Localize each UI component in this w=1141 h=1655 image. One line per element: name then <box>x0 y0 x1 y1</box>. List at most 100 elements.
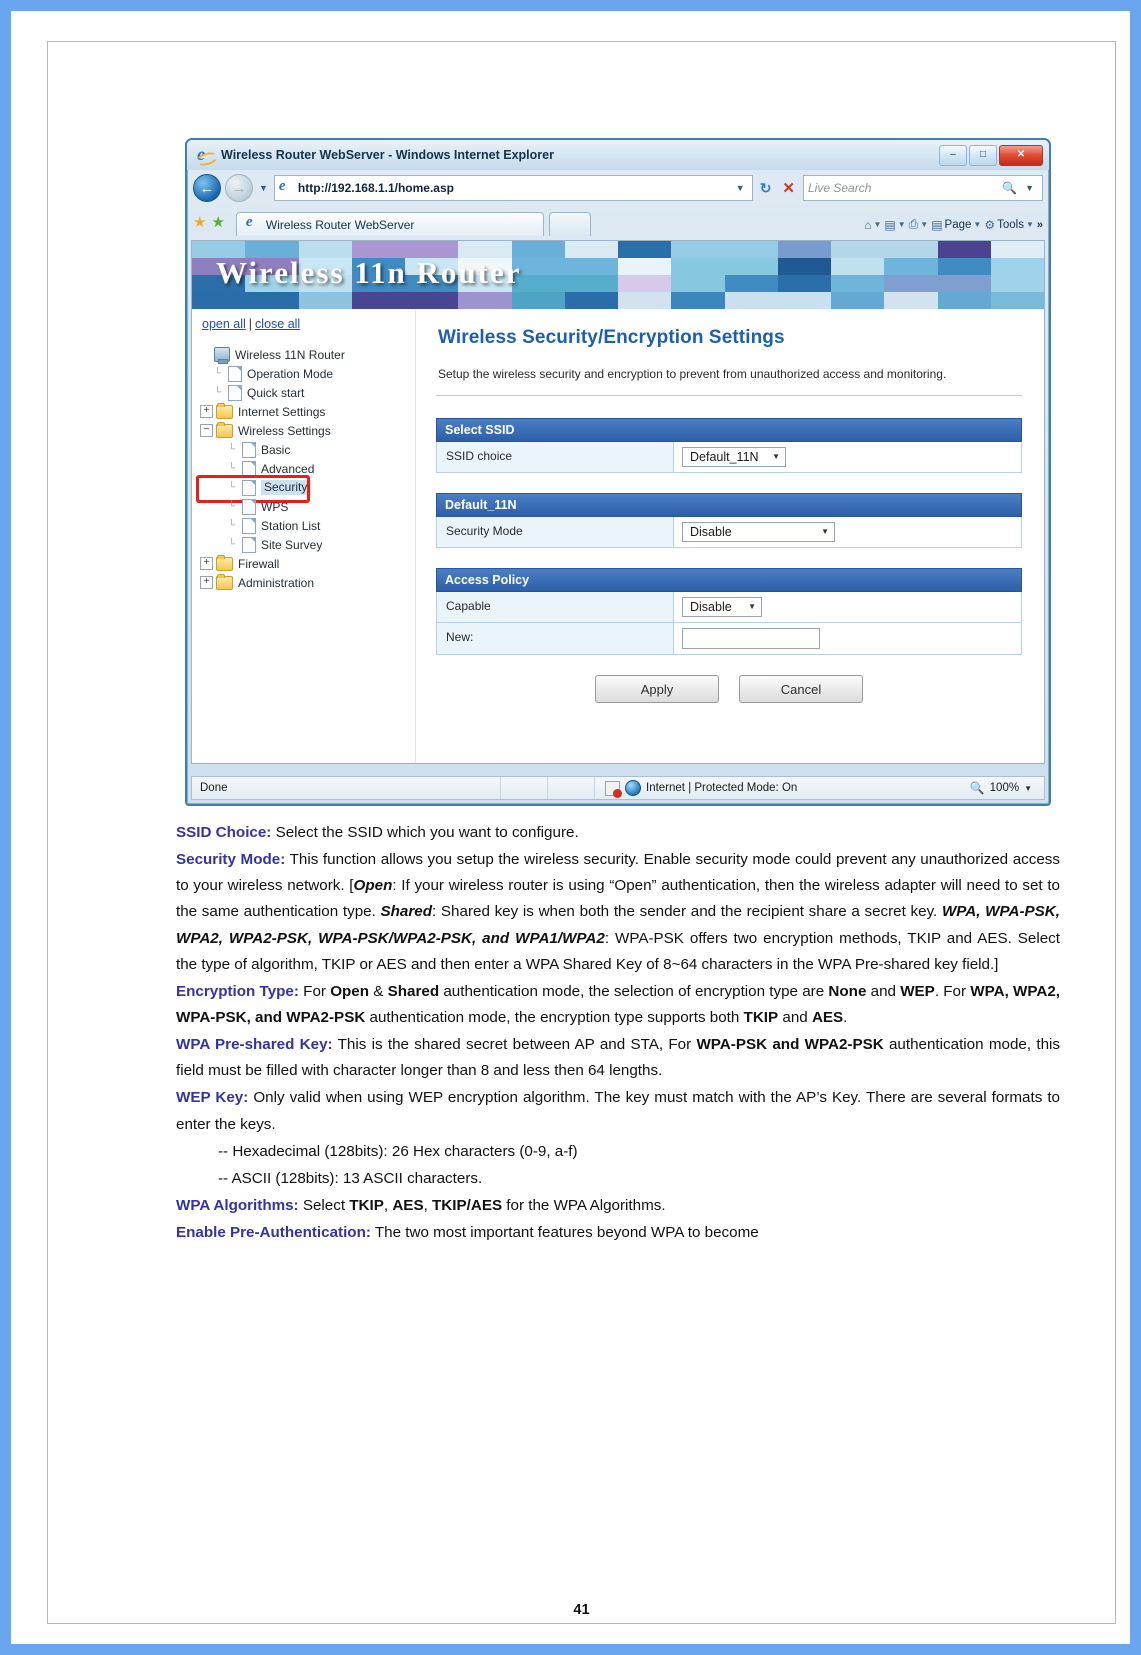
paragraph-run: For <box>298 982 331 1000</box>
manual-bullet: -- Hexadecimal (128bits): 26 Hex charact… <box>218 1142 578 1160</box>
manual-paragraph: WPA Algorithms: Select TKIP, AES, TKIP/A… <box>176 1193 1060 1219</box>
expand-icon[interactable]: + <box>200 405 213 418</box>
chevron-down-icon[interactable]: ▼ <box>772 452 780 461</box>
open-all-link[interactable]: open all <box>202 317 246 331</box>
tree-item-wps[interactable]: └ WPS <box>200 497 415 516</box>
tree-item-wireless-11n-router[interactable]: Wireless 11N Router <box>200 345 415 364</box>
feeds-button[interactable]: ▤ ▼ <box>884 218 905 232</box>
tree-item-label: Operation Mode <box>247 366 334 381</box>
paragraph-heading: Security Mode: <box>176 851 286 869</box>
browser-tab[interactable]: Wireless Router WebServer <box>235 212 544 236</box>
expand-icon[interactable]: + <box>200 576 213 589</box>
tree-item-basic[interactable]: └ Basic <box>200 440 415 459</box>
overflow-chevron-icon[interactable]: » <box>1037 219 1043 231</box>
back-icon[interactable]: ← <box>193 174 221 202</box>
print-chevron-down-icon[interactable]: ▼ <box>920 220 928 229</box>
address-bar[interactable]: http://192.168.1.1/home.asp ▼ <box>273 175 753 201</box>
stop-icon[interactable]: ✕ <box>778 179 799 197</box>
browser-tab-bar: ★ ★ Wireless Router WebServer ⌂ ▼ ▤ ▼ <box>187 206 1049 236</box>
paragraph-run: . For <box>934 982 971 1000</box>
tools-menu-label: Tools <box>997 218 1024 231</box>
settings-row-value: Disable ▼ <box>674 592 1021 622</box>
tree-item-quick-start[interactable]: └ Quick start <box>200 383 415 402</box>
zoom-chevron-down-icon[interactable]: ▼ <box>1024 784 1032 793</box>
page-icon <box>278 178 293 196</box>
tree-item-label: Quick start <box>247 385 305 400</box>
page-viewport: Wireless 11n Router open all | close all W… <box>191 240 1045 764</box>
collapse-icon[interactable]: − <box>200 424 213 437</box>
cancel-button[interactable]: Cancel <box>739 675 863 703</box>
tree-toggle-links: open all | close all <box>200 317 415 331</box>
manual-text: SSID Choice: Select the SSID which you w… <box>176 820 1060 1247</box>
tree-connector-icon: └ <box>228 444 236 455</box>
printer-icon: ⎙ <box>908 217 919 231</box>
search-box[interactable]: Live Search 🔍 ▼ <box>803 175 1043 201</box>
browser-titlebar: Wireless Router WebServer - Windows Inte… <box>187 140 1049 170</box>
tree-item-site-survey[interactable]: └ Site Survey <box>200 535 415 554</box>
minimize-button[interactable]: – <box>939 144 967 166</box>
feeds-chevron-down-icon[interactable]: ▼ <box>898 220 906 229</box>
folder-icon <box>216 402 233 419</box>
page-menu-button[interactable]: ▤ Page ▼ <box>931 218 981 232</box>
manual-paragraph: Encryption Type: For Open & Shared authe… <box>176 979 1060 1031</box>
apply-button[interactable]: Apply <box>595 675 719 703</box>
tree-item-advanced[interactable]: └ Advanced <box>200 459 415 478</box>
favorites-star-icon[interactable]: ★ <box>193 215 206 236</box>
home-button[interactable]: ⌂ ▼ <box>864 218 881 232</box>
add-favorite-icon[interactable]: ★ <box>211 215 224 236</box>
address-input[interactable]: http://192.168.1.1/home.asp <box>298 181 727 195</box>
tree-item-firewall[interactable]: + Firewall <box>200 554 415 573</box>
tree-item-internet-settings[interactable]: + Internet Settings <box>200 402 415 421</box>
forward-icon[interactable]: → <box>225 174 253 202</box>
maximize-button[interactable]: □ <box>969 144 997 166</box>
manual-paragraph: SSID Choice: Select the SSID which you w… <box>176 820 1060 846</box>
print-button[interactable]: ⎙ ▼ <box>909 217 929 232</box>
settings-row-label: Capable <box>437 592 674 622</box>
tree-item-operation-mode[interactable]: └ Operation Mode <box>200 364 415 383</box>
history-chevron-down-icon[interactable]: ▼ <box>259 183 268 193</box>
address-chevron-down-icon[interactable]: ▼ <box>732 183 749 193</box>
paragraph-run: The two most important features beyond W… <box>370 1224 759 1242</box>
home-chevron-down-icon[interactable]: ▼ <box>873 220 881 229</box>
paragraph-run: WEP <box>900 982 935 1000</box>
dropdown-ssid-choice[interactable]: Default_11N ▼ <box>682 447 786 467</box>
dropdown-value: Disable <box>690 599 732 614</box>
tree-item-station-list[interactable]: └ Station List <box>200 516 415 535</box>
zoom-control[interactable]: 🔍 100% ▼ <box>970 781 1044 795</box>
security-zone[interactable]: Internet | Protected Mode: On <box>595 780 970 798</box>
paragraph-run: authentication mode, the selection of en… <box>439 982 829 1000</box>
paragraph-heading: Encryption Type: <box>176 982 299 1000</box>
tools-menu-button[interactable]: ⚙ Tools ▼ <box>984 218 1034 232</box>
tree-item-label: Site Survey <box>261 537 323 552</box>
text-input-new[interactable] <box>682 628 820 649</box>
search-icon[interactable]: 🔍 <box>1002 181 1017 195</box>
tree-connector-icon: └ <box>228 539 236 550</box>
browser-navigation-bar: ← → ▼ http://192.168.1.1/home.asp ▼ ↻ ✕ … <box>187 170 1049 206</box>
page-chevron-down-icon[interactable]: ▼ <box>973 220 981 229</box>
search-input[interactable]: Live Search <box>808 181 998 195</box>
close-button[interactable]: ✕ <box>999 144 1043 166</box>
settings-row-label: SSID choice <box>437 442 674 472</box>
dropdown-security-mode[interactable]: Disable ▼ <box>682 522 835 542</box>
search-chevron-down-icon[interactable]: ▼ <box>1021 183 1038 193</box>
chevron-down-icon[interactable]: ▼ <box>821 527 829 536</box>
tree-item-wireless-settings[interactable]: − Wireless Settings <box>200 421 415 440</box>
expand-icon[interactable]: + <box>200 557 213 570</box>
dropdown-capable[interactable]: Disable ▼ <box>682 597 762 617</box>
tree-item-label: Advanced <box>261 461 315 476</box>
manual-paragraph: Enable Pre-Authentication: The two most … <box>176 1220 1060 1246</box>
dropdown-value: Disable <box>690 524 732 539</box>
manual-paragraph: WPA Pre-shared Key: This is the shared s… <box>176 1032 1060 1084</box>
page-menu-label: Page <box>944 218 972 231</box>
paragraph-run: Select the SSID which you want to config… <box>271 824 579 841</box>
section-header: Access Policy <box>436 568 1022 592</box>
tree-item-security[interactable]: └ Security <box>196 475 415 503</box>
new-tab-button[interactable] <box>548 212 591 236</box>
chevron-down-icon[interactable]: ▼ <box>748 602 756 611</box>
tools-chevron-down-icon[interactable]: ▼ <box>1026 220 1034 229</box>
close-all-link[interactable]: close all <box>255 317 300 331</box>
tree-item-administration[interactable]: + Administration <box>200 573 415 592</box>
refresh-icon[interactable]: ↻ <box>757 180 775 197</box>
router-banner: Wireless 11n Router <box>192 241 1044 309</box>
security-zone-label: Internet | Protected Mode: On <box>646 782 798 794</box>
